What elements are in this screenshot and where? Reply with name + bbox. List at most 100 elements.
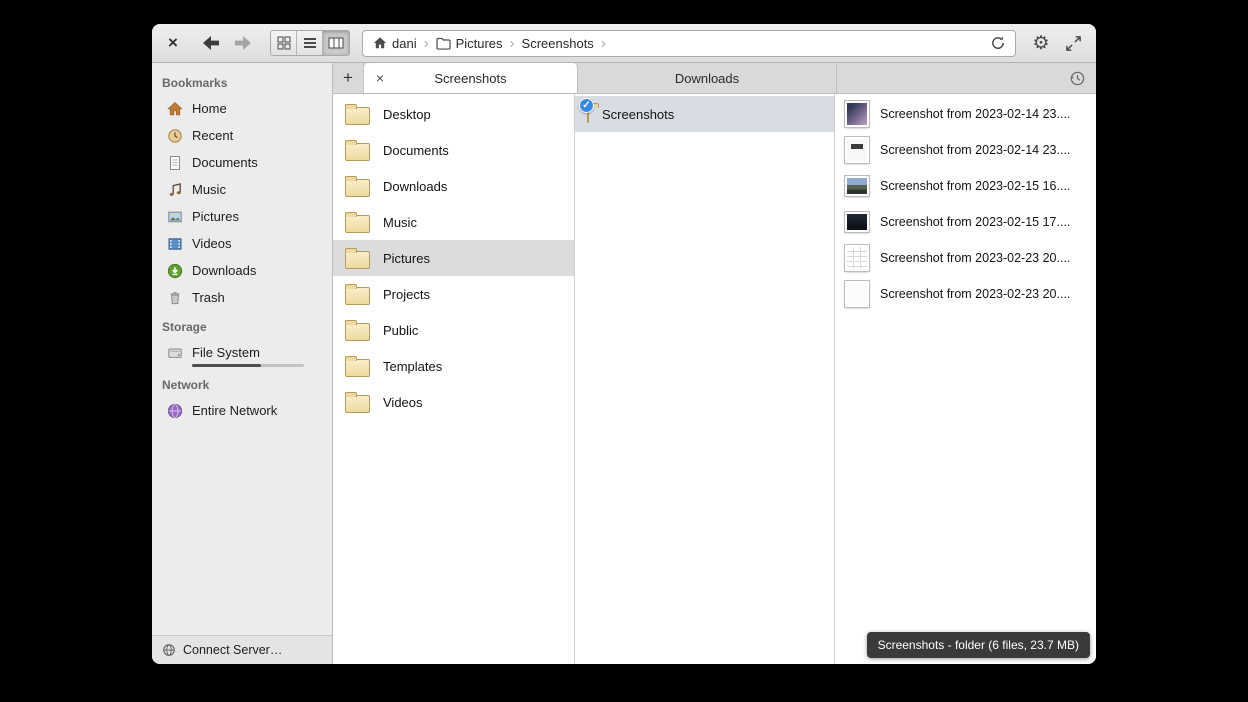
sidebar-item-home[interactable]: Home	[152, 95, 332, 122]
sidebar-item-entire-network[interactable]: Entire Network	[152, 397, 332, 424]
tab-screenshots[interactable]: × Screenshots	[364, 63, 578, 93]
tab-label: Screenshots	[390, 71, 571, 86]
file-row[interactable]: Screenshot from 2023-02-14 23....	[835, 132, 1096, 168]
downloads-icon	[166, 262, 183, 279]
sidebar-item-downloads[interactable]: Downloads	[152, 257, 332, 284]
file-name: Screenshot from 2023-02-15 17....	[880, 215, 1070, 229]
file-row[interactable]: Screenshot from 2023-02-15 16....	[835, 168, 1096, 204]
file-thumbnail	[845, 281, 869, 307]
home-icon	[166, 100, 183, 117]
folder-icon-with-badge: ✓	[587, 107, 589, 122]
sidebar-item-label: Downloads	[192, 263, 256, 278]
settings-button[interactable]: ⚙	[1028, 30, 1054, 56]
folder-label: Screenshots	[602, 107, 674, 122]
filesystem-icon	[166, 344, 183, 361]
breadcrumb-separator: ›	[509, 35, 516, 52]
folder-label: Projects	[383, 287, 430, 302]
list-view-button[interactable]	[297, 31, 323, 55]
fullscreen-button[interactable]	[1060, 30, 1086, 56]
column-view-button[interactable]	[323, 31, 349, 55]
folder-row-templates[interactable]: Templates	[333, 348, 574, 384]
connect-server-button[interactable]: Connect Server…	[152, 635, 332, 664]
file-row[interactable]: Screenshot from 2023-02-23 20....	[835, 276, 1096, 312]
sidebar-header-bookmarks: Bookmarks	[152, 67, 332, 95]
folder-icon	[345, 251, 370, 269]
sidebar-item-documents[interactable]: Documents	[152, 149, 332, 176]
column-pictures: ✓ Screenshots	[575, 94, 835, 664]
folder-row-downloads[interactable]: Downloads	[333, 168, 574, 204]
folder-icon	[345, 395, 370, 413]
sidebar-item-label: Entire Network	[192, 403, 277, 418]
toolbar: ×	[152, 24, 1096, 63]
sidebar-spacer	[152, 424, 332, 635]
grid-view-icon	[277, 36, 291, 50]
sidebar-item-label: Videos	[192, 236, 232, 251]
folder-row-pictures[interactable]: Pictures	[333, 240, 574, 276]
folder-row-screenshots[interactable]: ✓ Screenshots	[575, 96, 834, 132]
pictures-icon	[166, 208, 183, 225]
breadcrumb-label: dani	[392, 36, 417, 51]
folder-icon	[345, 215, 370, 233]
folder-pictures-icon	[436, 37, 451, 50]
miller-columns: Desktop Documents Downloads Music	[333, 94, 1096, 664]
sidebar-header-network: Network	[152, 369, 332, 397]
filesystem-usage-bar	[192, 364, 304, 367]
file-thumbnail	[845, 176, 869, 196]
folder-label: Desktop	[383, 107, 431, 122]
music-icon	[166, 181, 183, 198]
breadcrumb-separator: ›	[423, 35, 430, 52]
connect-server-label: Connect Server…	[183, 643, 282, 657]
home-icon	[373, 36, 387, 50]
folder-label: Downloads	[383, 179, 447, 194]
sidebar-item-videos[interactable]: Videos	[152, 230, 332, 257]
file-thumbnail	[845, 245, 869, 271]
sidebar-item-label: Pictures	[192, 209, 239, 224]
breadcrumb-label: Screenshots	[522, 36, 594, 51]
sidebar-item-file-system[interactable]: File System	[152, 339, 332, 363]
sidebar: Bookmarks Home Recent Documents	[152, 63, 333, 664]
sidebar-item-label: File System	[192, 345, 260, 360]
videos-icon	[166, 235, 183, 252]
forward-button[interactable]	[230, 30, 256, 56]
sidebar-item-trash[interactable]: Trash	[152, 284, 332, 311]
sidebar-item-pictures[interactable]: Pictures	[152, 203, 332, 230]
tab-downloads[interactable]: Downloads	[578, 63, 837, 93]
tab-bar: + × Screenshots Downloads	[333, 63, 1096, 94]
folder-row-music[interactable]: Music	[333, 204, 574, 240]
window-close-button[interactable]: ×	[162, 30, 184, 56]
file-name: Screenshot from 2023-02-14 23....	[880, 143, 1070, 157]
file-row[interactable]: Screenshot from 2023-02-23 20....	[835, 240, 1096, 276]
breadcrumb-segment-home[interactable]: dani	[369, 36, 421, 51]
folder-label: Videos	[383, 395, 423, 410]
server-icon	[162, 643, 176, 657]
back-button[interactable]	[198, 30, 224, 56]
breadcrumb-segment-pictures[interactable]: Pictures	[432, 36, 507, 51]
breadcrumb: dani › Pictures › Screenshots ›	[362, 30, 1016, 57]
breadcrumb-segment-screenshots[interactable]: Screenshots	[518, 36, 598, 51]
tab-close-icon[interactable]: ×	[370, 70, 390, 86]
new-tab-button[interactable]: +	[333, 63, 364, 93]
network-icon	[166, 402, 183, 419]
folder-row-projects[interactable]: Projects	[333, 276, 574, 312]
sidebar-item-music[interactable]: Music	[152, 176, 332, 203]
file-row[interactable]: Screenshot from 2023-02-14 23....	[835, 96, 1096, 132]
file-row[interactable]: Screenshot from 2023-02-15 17....	[835, 204, 1096, 240]
folder-row-public[interactable]: Public	[333, 312, 574, 348]
grid-view-button[interactable]	[271, 31, 297, 55]
folder-row-documents[interactable]: Documents	[333, 132, 574, 168]
forward-arrow-icon	[232, 34, 254, 52]
refresh-button[interactable]	[987, 32, 1009, 54]
main-area: Bookmarks Home Recent Documents	[152, 63, 1096, 664]
folder-icon	[345, 179, 370, 197]
folder-label: Music	[383, 215, 417, 230]
file-name: Screenshot from 2023-02-15 16....	[880, 179, 1070, 193]
history-button[interactable]	[1058, 63, 1096, 93]
folder-label: Public	[383, 323, 418, 338]
sidebar-item-recent[interactable]: Recent	[152, 122, 332, 149]
folder-icon	[345, 359, 370, 377]
tab-label: Downloads	[675, 71, 739, 86]
folder-row-videos[interactable]: Videos	[333, 384, 574, 420]
file-name: Screenshot from 2023-02-14 23....	[880, 107, 1070, 121]
selected-check-badge: ✓	[579, 98, 594, 113]
folder-row-desktop[interactable]: Desktop	[333, 96, 574, 132]
